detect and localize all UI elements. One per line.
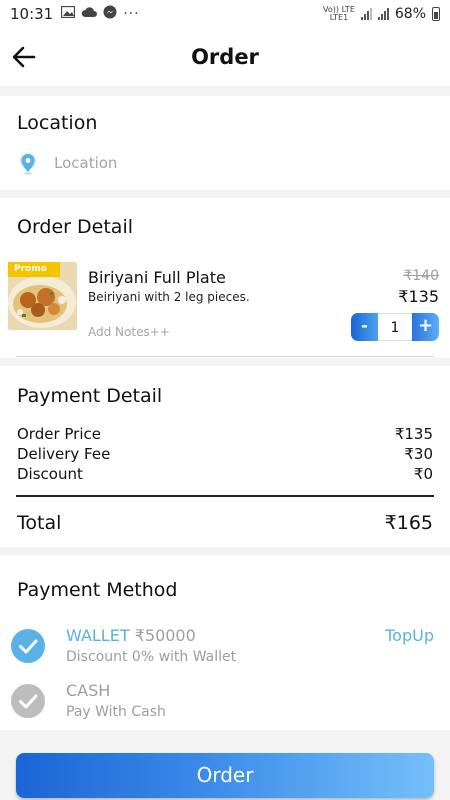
discount-value: ₹0	[413, 465, 433, 483]
payment-method-title: Payment Method	[17, 579, 178, 601]
promo-badge: Promo	[8, 262, 60, 277]
network-indicator: Vo)) LTE LTE1	[323, 5, 355, 22]
increase-quantity-button[interactable]: +	[412, 313, 439, 341]
signal-icon	[360, 8, 372, 20]
order-price-label: Order Price	[17, 425, 101, 443]
discount-label: Discount	[17, 465, 83, 483]
total-row: Total ₹165	[17, 512, 433, 534]
order-divider	[16, 356, 434, 357]
item-old-price: ₹140	[403, 268, 439, 284]
battery-icon	[432, 7, 440, 21]
order-detail-title: Order Detail	[17, 216, 134, 238]
battery-percent: 68%	[394, 6, 426, 22]
location-section: Location Location	[0, 96, 450, 190]
status-time: 10:31	[10, 5, 54, 23]
cloud-icon	[81, 6, 98, 22]
total-divider	[16, 495, 434, 497]
quantity-value: 1	[378, 313, 412, 341]
delivery-fee-row: Delivery Fee ₹30	[17, 445, 433, 463]
cash-check-icon[interactable]	[11, 684, 45, 718]
item-name: Biriyani Full Plate	[88, 268, 226, 287]
page-title: Order	[191, 45, 259, 69]
order-price-value: ₹135	[394, 425, 433, 443]
cash-subtext: Pay With Cash	[66, 704, 166, 720]
location-input[interactable]: Location	[54, 154, 117, 172]
app-bar: Order	[0, 28, 450, 86]
delivery-fee-label: Delivery Fee	[17, 445, 111, 463]
cash-label[interactable]: CASH	[66, 681, 110, 700]
location-pin-icon	[17, 152, 39, 176]
order-price-row: Order Price ₹135	[17, 425, 433, 443]
item-description: Beiriyani with 2 leg pieces.	[88, 290, 250, 304]
wallet-option[interactable]: WALLET ₹50000	[66, 626, 196, 645]
total-label: Total	[17, 512, 62, 534]
gallery-icon	[61, 5, 76, 22]
payment-detail-title: Payment Detail	[17, 385, 163, 407]
wallet-balance: ₹50000	[134, 626, 196, 645]
more-dots-icon: ···	[123, 6, 140, 22]
topup-link[interactable]: TopUp	[385, 626, 434, 645]
payment-method-section: Payment Method WALLET ₹50000 Discount 0%…	[0, 555, 450, 730]
arrow-left-icon[interactable]	[10, 42, 40, 72]
total-value: ₹165	[384, 512, 433, 534]
item-price: ₹135	[398, 287, 439, 306]
decrease-quantity-button[interactable]: -	[351, 313, 378, 341]
add-notes-link[interactable]: Add Notes++	[88, 325, 170, 339]
discount-row: Discount ₹0	[17, 465, 433, 483]
messenger-icon	[103, 5, 117, 23]
delivery-fee-value: ₹30	[404, 445, 433, 463]
order-button[interactable]: Order	[16, 753, 434, 798]
wallet-label: WALLET	[66, 626, 130, 645]
wallet-subtext: Discount 0% with Wallet	[66, 649, 237, 665]
wallet-check-icon[interactable]	[11, 629, 45, 663]
location-title: Location	[17, 112, 98, 134]
quantity-stepper: - 1 +	[351, 313, 439, 341]
payment-detail-section: Payment Detail Order Price ₹135 Delivery…	[0, 366, 450, 547]
status-bar: 10:31 ··· Vo)) LTE LTE1 68%	[0, 0, 450, 28]
signal-icon-2	[377, 8, 389, 20]
